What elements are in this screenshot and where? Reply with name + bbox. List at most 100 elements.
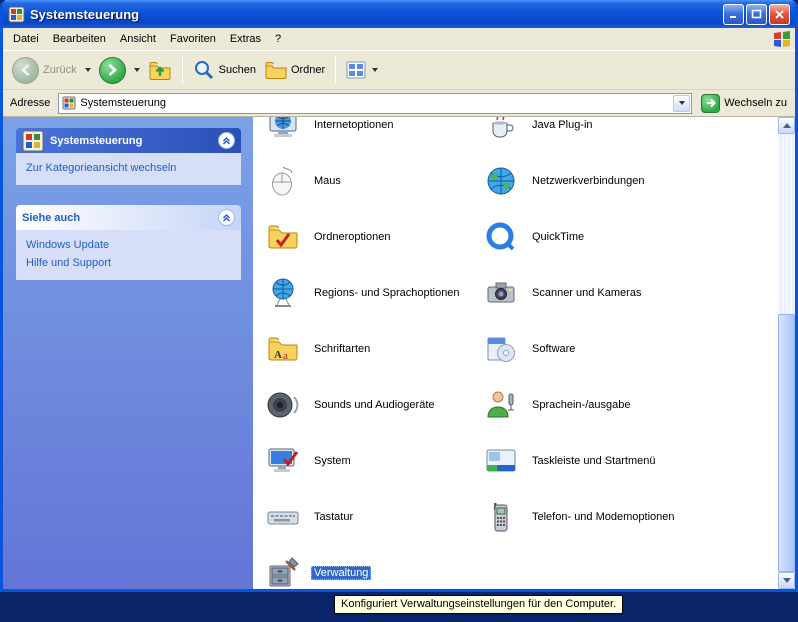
- cpl-item-netzwerkverbindungen[interactable]: Netzwerkverbindungen: [485, 153, 703, 209]
- menu-datei[interactable]: Datei: [6, 30, 46, 48]
- views-dropdown[interactable]: [372, 68, 378, 72]
- chevron-up-icon: [221, 135, 232, 146]
- cpl-item-quicktime[interactable]: QuickTime: [485, 209, 703, 265]
- panel-body: Zur Kategorieansicht wechseln: [16, 153, 241, 185]
- see-also-panel-header[interactable]: Siehe auch: [16, 205, 241, 230]
- explorer-window: Systemsteuerung Datei Bearbeiten Ansicht…: [0, 0, 798, 592]
- close-button[interactable]: [769, 4, 790, 25]
- cpl-item-maus[interactable]: Maus: [267, 153, 485, 209]
- windows-update-link[interactable]: Windows Update: [26, 239, 233, 251]
- cpl-item-label: Tastatur: [311, 510, 356, 524]
- menu-hilfe[interactable]: ?: [268, 30, 288, 48]
- panel-body: Windows Update Hilfe und Support: [16, 230, 241, 280]
- cpl-item-taskleiste-startmenu[interactable]: Taskleiste und Startmenü: [485, 433, 703, 489]
- forward-history-dropdown[interactable]: [134, 68, 140, 72]
- cpl-item-label: Sounds und Audiogeräte: [311, 398, 438, 412]
- folder-options-icon: [267, 221, 299, 253]
- maximize-button[interactable]: [746, 4, 767, 25]
- cpl-item-system[interactable]: System: [267, 433, 485, 489]
- cpl-item-label: Taskleiste und Startmenü: [529, 454, 659, 468]
- cpl-item-internetoptionen[interactable]: Internetoptionen: [267, 117, 485, 153]
- up-button[interactable]: [145, 56, 175, 84]
- menu-bearbeiten[interactable]: Bearbeiten: [46, 30, 113, 48]
- cpl-item-tastatur[interactable]: Tastatur: [267, 489, 485, 545]
- views-button[interactable]: [343, 58, 383, 82]
- fonts-icon: A a: [267, 333, 299, 365]
- tooltip: Konfiguriert Verwaltungseinstellungen fü…: [334, 595, 623, 614]
- go-button[interactable]: Wechseln zu: [697, 94, 791, 113]
- cpl-item-label: Netzwerkverbindungen: [529, 174, 648, 188]
- chevron-down-icon: [679, 101, 685, 105]
- cpl-item-schriftarten[interactable]: A a Schriftarten: [267, 321, 485, 377]
- scrollbar-thumb[interactable]: [778, 314, 795, 572]
- sounds-audio-icon: [267, 389, 299, 421]
- regional-language-icon: [267, 277, 299, 309]
- maximize-icon: [751, 9, 762, 20]
- control-panel-icon: [62, 96, 76, 110]
- cpl-item-label: Software: [529, 342, 578, 356]
- collapse-button[interactable]: [218, 132, 235, 149]
- scroll-down-button[interactable]: [778, 572, 795, 589]
- icon-list: Internetoptionen Java Plug-in: [253, 117, 778, 589]
- cpl-item-java-plugin[interactable]: Java Plug-in: [485, 117, 703, 153]
- back-button[interactable]: Zurück: [9, 55, 80, 86]
- cpl-item-label: Scanner und Kameras: [529, 286, 644, 300]
- cpl-item-label: Sprachein-/ausgabe: [529, 398, 633, 412]
- speech-icon: [485, 389, 517, 421]
- back-icon: [12, 57, 39, 84]
- toolbar-separator: [182, 56, 183, 84]
- svg-text:A: A: [274, 349, 282, 361]
- menu-favoriten[interactable]: Favoriten: [163, 30, 223, 48]
- cpl-item-label: Verwaltung: [311, 566, 371, 580]
- scroll-up-button[interactable]: [778, 117, 795, 134]
- cpl-item-label: Regions- und Sprachoptionen: [311, 286, 463, 300]
- address-label: Adresse: [7, 97, 53, 109]
- control-panel-panel-header[interactable]: Systemsteuerung: [16, 128, 241, 153]
- software-icon: [485, 333, 517, 365]
- cpl-item-scanner-kameras[interactable]: Scanner und Kameras: [485, 265, 703, 321]
- cpl-item-sounds-audio[interactable]: Sounds und Audiogeräte: [267, 377, 485, 433]
- panel-title: Systemsteuerung: [50, 135, 142, 147]
- back-label: Zurück: [43, 64, 77, 76]
- folders-button[interactable]: Ordner: [262, 57, 328, 83]
- menu-extras[interactable]: Extras: [223, 30, 268, 48]
- cpl-item-label: QuickTime: [529, 230, 587, 244]
- quicktime-icon: [485, 221, 517, 253]
- content: Systemsteuerung Zur Kategorieansicht wec…: [3, 117, 795, 589]
- addressbar: Adresse Systemsteuerung Wechseln zu: [3, 90, 795, 117]
- collapse-button[interactable]: [218, 209, 235, 226]
- menubar: Datei Bearbeiten Ansicht Favoriten Extra…: [3, 28, 795, 50]
- cpl-item-label: System: [311, 454, 354, 468]
- window-title: Systemsteuerung: [30, 7, 139, 22]
- search-icon: [193, 59, 215, 81]
- vertical-scrollbar[interactable]: [778, 117, 795, 589]
- scanners-cameras-icon: [485, 277, 517, 309]
- cpl-item-verwaltung[interactable]: Verwaltung: [267, 545, 485, 589]
- scrollbar-track[interactable]: [778, 134, 795, 572]
- titlebar[interactable]: Systemsteuerung: [3, 0, 795, 28]
- address-dropdown-button[interactable]: [673, 95, 690, 112]
- icon-grid: Internetoptionen Java Plug-in: [267, 117, 778, 589]
- help-support-link[interactable]: Hilfe und Support: [26, 257, 233, 269]
- switch-to-category-view-link[interactable]: Zur Kategorieansicht wechseln: [26, 162, 233, 174]
- folder-icon: [265, 59, 287, 81]
- address-input[interactable]: Systemsteuerung: [58, 93, 692, 114]
- java-plugin-icon: [485, 117, 517, 141]
- cpl-item-sprachein-ausgabe[interactable]: Sprachein-/ausgabe: [485, 377, 703, 433]
- cpl-item-regionsoptionen[interactable]: Regions- und Sprachoptionen: [267, 265, 485, 321]
- address-value: Systemsteuerung: [80, 97, 166, 109]
- cpl-item-label: Schriftarten: [311, 342, 373, 356]
- windows-logo-icon: [772, 30, 792, 48]
- keyboard-icon: [267, 501, 299, 533]
- admin-tools-icon: [267, 557, 299, 589]
- menu-ansicht[interactable]: Ansicht: [113, 30, 163, 48]
- minimize-button[interactable]: [723, 4, 744, 25]
- back-history-dropdown[interactable]: [85, 68, 91, 72]
- forward-button[interactable]: [96, 55, 129, 86]
- cpl-item-software[interactable]: Software: [485, 321, 703, 377]
- search-button[interactable]: Suchen: [190, 57, 259, 83]
- cpl-item-label: Telefon- und Modemoptionen: [529, 510, 677, 524]
- folders-label: Ordner: [291, 64, 325, 76]
- cpl-item-ordneroptionen[interactable]: Ordneroptionen: [267, 209, 485, 265]
- cpl-item-telefon-modem[interactable]: Telefon- und Modemoptionen: [485, 489, 703, 545]
